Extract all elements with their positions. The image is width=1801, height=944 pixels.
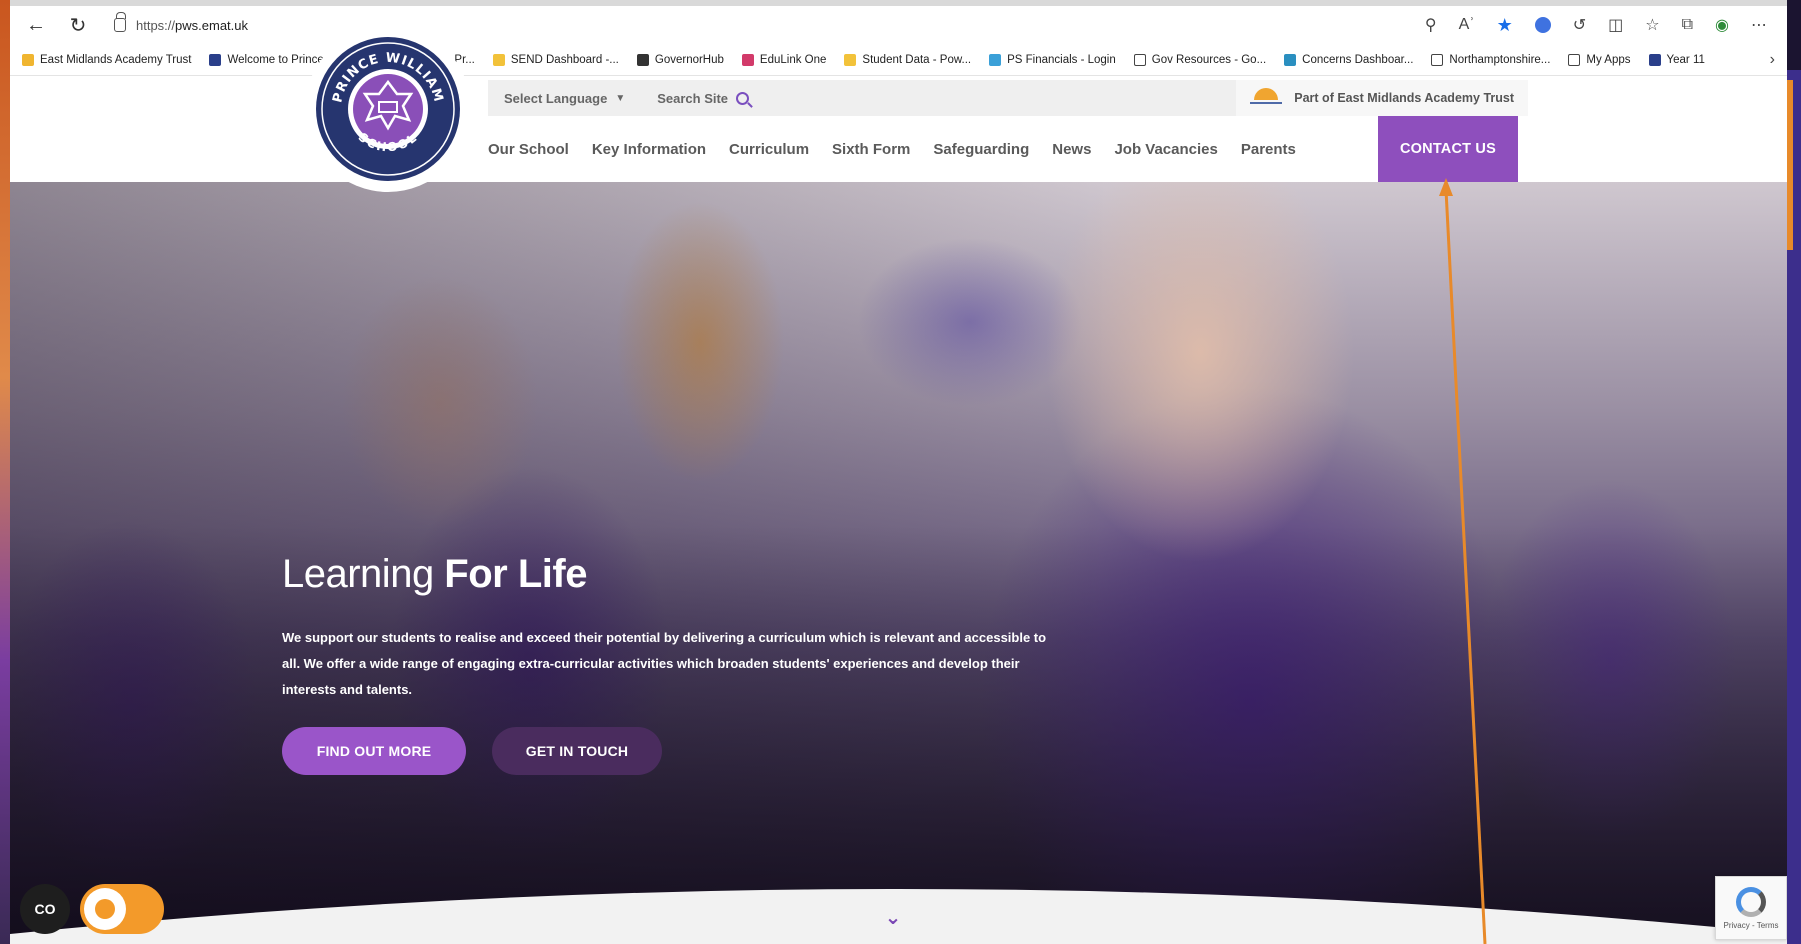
school-logo[interactable]: PRINCE WILLIAM SCHOOL: [305, 26, 471, 192]
notifications-toggle[interactable]: [80, 884, 164, 934]
powerbi-icon: [492, 53, 505, 66]
bookmark-label: Concerns Dashboar...: [1302, 53, 1414, 66]
zoom-icon[interactable]: ⚲: [1425, 15, 1437, 35]
accessibility-button[interactable]: CO: [20, 884, 70, 934]
nav-item-news[interactable]: News: [1052, 141, 1091, 158]
get-in-touch-button[interactable]: GET IN TOUCH: [492, 727, 662, 775]
bookmark-label: My Apps: [1586, 53, 1631, 66]
globe-icon: [209, 53, 222, 66]
scrollbar-thumb[interactable]: [1787, 80, 1793, 250]
address-bar-row: ← ↻ https://pws.emat.uk ⚲ Aʾ ★ ↺ ◫ ☆ ⧉ ◉…: [10, 0, 1787, 44]
search-icon: [736, 91, 750, 105]
caret-down-icon: ▼: [615, 92, 626, 104]
bookmark-item[interactable]: East Midlands Academy Trust: [22, 53, 192, 66]
main-nav: Our School Key Information Curriculum Sixth…: [488, 116, 1296, 182]
split-screen-icon[interactable]: ◫: [1608, 15, 1623, 35]
bookmark-item[interactable]: GovernorHub: [636, 53, 724, 66]
hero-content: Learning For Life We support our student…: [282, 552, 1082, 775]
powerbi-icon: [844, 53, 857, 66]
bookmark-item[interactable]: SEND Dashboard -...: [492, 53, 619, 66]
bell-icon: [84, 888, 126, 930]
site-header: Select Language ▼ Search Site Part of Eas…: [10, 76, 1787, 182]
bookmark-label: SEND Dashboard -...: [510, 53, 619, 66]
profile-icon[interactable]: ◉: [1715, 15, 1729, 35]
bookmark-item[interactable]: Northamptonshire...: [1431, 53, 1551, 66]
bookmark-item[interactable]: Gov Resources - Go...: [1133, 53, 1267, 66]
language-selector[interactable]: Select Language ▼: [488, 80, 641, 116]
nav-item-our-school[interactable]: Our School: [488, 141, 569, 158]
recaptcha-icon: [1736, 886, 1766, 917]
bookmark-label: GovernorHub: [654, 53, 724, 66]
more-menu-icon[interactable]: ⋯: [1751, 15, 1767, 35]
lock-icon: [114, 12, 126, 32]
page-icon: [1568, 53, 1581, 66]
browser-actions: ⚲ Aʾ ★ ↺ ◫ ☆ ⧉ ◉ ⋯: [1425, 15, 1775, 36]
folder-icon: [22, 53, 34, 66]
nav-item-parents[interactable]: Parents: [1241, 141, 1296, 158]
collections-icon[interactable]: ⧉: [1682, 16, 1693, 34]
refresh-extension-icon[interactable]: ↺: [1573, 15, 1586, 35]
pin-icon: [741, 53, 754, 66]
favorites-icon[interactable]: ☆: [1645, 15, 1659, 35]
globe-icon: [1648, 53, 1661, 66]
bookmark-item[interactable]: EduLink One: [741, 53, 827, 66]
recaptcha-badge[interactable]: Privacy - Terms: [1715, 876, 1787, 940]
bookmark-label: Student Data - Pow...: [862, 53, 972, 66]
nav-item-job-vacancies[interactable]: Job Vacancies: [1114, 141, 1217, 158]
hero-buttons: FIND OUT MORE GET IN TOUCH: [282, 727, 1082, 775]
back-icon[interactable]: ←: [22, 11, 50, 39]
screen-bezel-right: [1787, 70, 1801, 944]
nav-item-curriculum[interactable]: Curriculum: [729, 141, 809, 158]
governor-icon: [636, 53, 649, 66]
page-icon: [1133, 53, 1146, 66]
bookmark-label: East Midlands Academy Trust: [40, 53, 192, 66]
extension-icon[interactable]: [1534, 17, 1551, 33]
address-bar[interactable]: https://pws.emat.uk: [106, 10, 248, 40]
school-crest-icon: PRINCE WILLIAM SCHOOL: [316, 37, 460, 181]
more-bookmarks-icon[interactable]: ›: [1770, 51, 1775, 69]
screen-bezel-left: [0, 0, 10, 944]
website: Learning For Life We support our student…: [10, 26, 1787, 944]
page-icon: [1431, 53, 1444, 66]
bookmark-item[interactable]: Concerns Dashboar...: [1284, 53, 1414, 66]
nav-item-sixth-form[interactable]: Sixth Form: [832, 141, 910, 158]
hero-title: Learning For Life: [282, 552, 587, 596]
concern-icon: [1284, 53, 1297, 66]
bookmark-item[interactable]: Year 11: [1648, 53, 1705, 66]
favorite-star-icon[interactable]: ★: [1497, 15, 1513, 36]
bookmark-label: Year 11: [1666, 53, 1705, 66]
bookmark-label: EduLink One: [759, 53, 827, 66]
bookmark-item[interactable]: PS Financials - Login: [989, 53, 1116, 66]
nav-item-safeguarding[interactable]: Safeguarding: [933, 141, 1029, 158]
scroll-down-chevron-icon[interactable]: ⌄: [863, 894, 923, 930]
bookmark-label: PS Financials - Login: [1007, 53, 1116, 66]
find-out-more-button[interactable]: FIND OUT MORE: [282, 727, 466, 775]
trust-link[interactable]: Part of East Midlands Academy Trust: [1236, 80, 1528, 116]
refresh-icon[interactable]: ↻: [64, 11, 92, 39]
nav-item-key-information[interactable]: Key Information: [592, 141, 706, 158]
hero-banner: Learning For Life We support our student…: [10, 182, 1787, 944]
bookmark-label: Northamptonshire...: [1449, 53, 1551, 66]
contact-us-button[interactable]: CONTACT US: [1378, 116, 1518, 182]
bookmark-label: Gov Resources - Go...: [1151, 53, 1267, 66]
site-search[interactable]: Search Site: [641, 80, 765, 116]
hero-description: We support our students to realise and e…: [282, 630, 1047, 697]
url-text: https://pws.emat.uk: [136, 17, 249, 33]
recaptcha-text: Privacy - Terms: [1723, 920, 1779, 930]
bookmark-item[interactable]: Student Data - Pow...: [844, 53, 972, 66]
trust-logo: [1248, 86, 1284, 110]
bookmark-item[interactable]: My Apps: [1568, 53, 1631, 66]
browser-window: ← ↻ https://pws.emat.uk ⚲ Aʾ ★ ↺ ◫ ☆ ⧉ ◉…: [10, 0, 1787, 944]
read-aloud-icon[interactable]: Aʾ: [1459, 16, 1475, 34]
circle-icon: [989, 53, 1002, 66]
trust-text: Part of East Midlands Academy Trust: [1294, 91, 1514, 105]
bookmarks-bar: East Midlands Academy Trust Welcome to Pr…: [10, 44, 1787, 76]
utility-bar: Select Language ▼ Search Site Part of Eas…: [488, 80, 1528, 116]
